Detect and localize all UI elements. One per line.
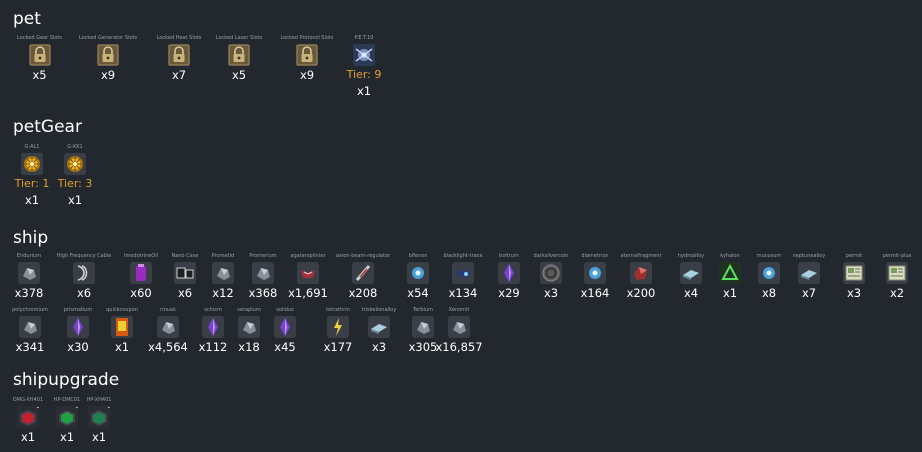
item-count: x1 [91,430,107,444]
pet-item[interactable]: P.E.T.10 Tier: 9 x1 [324,35,404,99]
ore-icon [18,262,40,284]
pet-drone-icon [353,44,375,66]
lock-icon [168,44,190,66]
cable-icon [73,262,95,284]
item-tier: Tier: 9 [346,68,382,81]
item-label: HP-XH401 [86,397,112,403]
lock-icon [97,44,119,66]
pet-item[interactable]: Locked Generator Slots x9 [68,35,148,83]
ship-item[interactable]: permit-plus x2 [857,253,922,301]
shipupgrade-item[interactable]: HP-XH401 1 x1 [59,397,139,445]
item-label: P.E.T.10 [354,35,374,41]
lock-icon [228,44,250,66]
item-count: x1 [67,193,83,207]
gem-icon [274,316,296,338]
item-badge: 1 [107,406,110,410]
item-count: x2 [889,286,905,300]
item-label: G-KK1 [67,144,83,150]
splinter-icon [297,262,319,284]
petgear-item[interactable]: G-KK1 Tier: 3 x1 [35,144,115,208]
item-count: x16,857 [435,340,483,354]
section-title-pet: pet [13,9,41,29]
item-count: x9 [100,68,116,82]
item-count: x1 [356,84,372,98]
lock-icon [296,44,318,66]
section-title-ship: ship [13,228,49,248]
ore-icon [448,316,470,338]
upgrade-icon: 1 [88,406,110,428]
item-label: Locked Generator Slots [78,35,138,41]
gear-orb-icon [64,153,86,175]
item-tier: Tier: 3 [57,177,93,190]
section-title-petgear: petGear [13,117,82,137]
item-label: Xenomit [448,307,470,313]
fragment-icon [630,262,652,284]
regulator-icon [352,262,374,284]
lock-icon [28,44,51,66]
permit-icon [886,262,908,284]
ship-item[interactable]: Xenomit x16,857 [419,307,499,355]
item-label: permit-plus [882,253,912,259]
section-title-shipupgrade: shipupgrade [13,370,120,390]
